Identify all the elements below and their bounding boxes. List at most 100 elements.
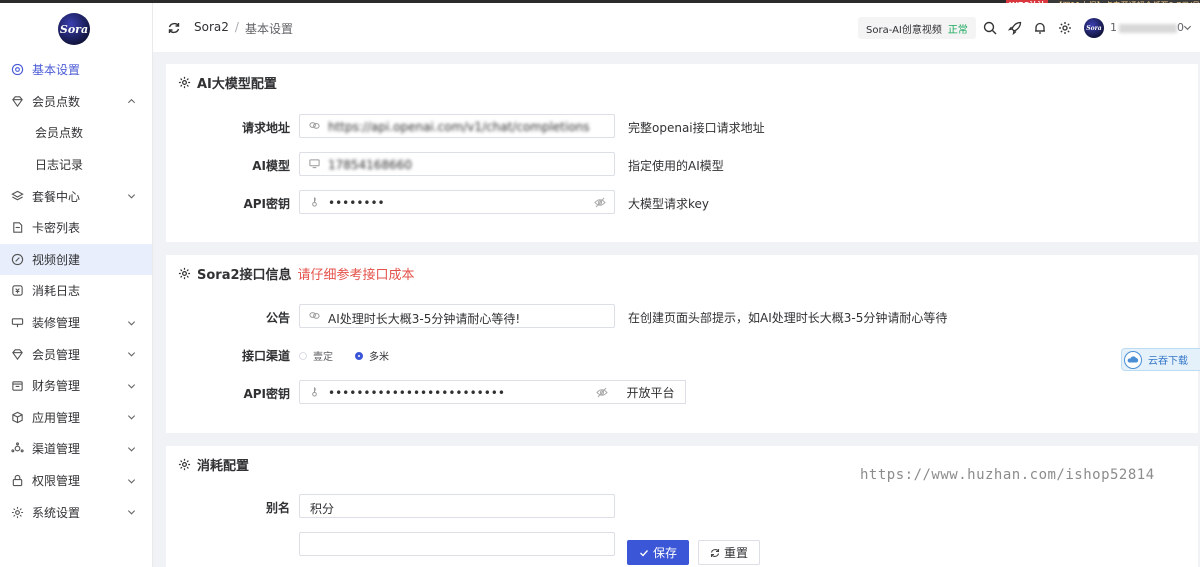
service-name: Sora-AI创意视频 <box>866 24 942 36</box>
open-platform-button[interactable]: 开放平台 <box>616 380 686 404</box>
chevron-down-icon <box>127 415 136 420</box>
field-label: 请求地址 <box>241 121 290 135</box>
sidebar-item-label: 系统设置 <box>32 505 81 520</box>
form-row-sora-api-key: API密钥 ••••••••••••••••••••••••• 开放平台 <box>166 380 1166 406</box>
request-url-input[interactable]: https://api.openai.com/v1/chat/completio… <box>299 114 615 138</box>
radio-dot <box>355 351 363 360</box>
service-status-badge[interactable]: Sora-AI创意视频 正常 <box>858 17 976 39</box>
reset-label: 重置 <box>723 546 748 560</box>
gear-icon[interactable] <box>1058 21 1072 35</box>
sidebar-item-basic-settings[interactable]: 基本设置 <box>0 54 152 86</box>
sidebar-item-card-list[interactable]: 卡密列表 <box>0 212 152 244</box>
edit-icon <box>10 252 24 266</box>
section-title-text: AI大模型配置 <box>197 77 277 92</box>
chevron-down-icon <box>127 194 136 199</box>
chevron-down-icon <box>127 447 136 452</box>
channel-radio-option-1[interactable]: 壹定 <box>299 348 333 363</box>
sidebar: Sora 基本设置 会员点数 会员点数 日志记录 套餐中心 卡密列表 视频创建 <box>0 3 153 567</box>
logo[interactable]: Sora <box>58 13 90 45</box>
eye-hide-icon[interactable] <box>596 387 608 398</box>
notice-input[interactable]: AI处理时长大概3-5分钟请耐心等待! <box>299 304 615 328</box>
channel-radio-option-2[interactable]: 多米 <box>355 348 389 363</box>
api-key-value: •••••••• <box>328 196 385 210</box>
field-hint: 在创建页面头部提示，如AI处理时长大概3-5分钟请耐心等待 <box>628 311 948 325</box>
link-icon <box>309 312 320 319</box>
sidebar-item-label: 套餐中心 <box>32 189 81 204</box>
bell-icon[interactable] <box>1033 21 1047 35</box>
gear-icon <box>178 458 191 471</box>
field-label: 接口渠道 <box>241 349 290 363</box>
alias-input[interactable]: 积分 <box>299 494 615 518</box>
field-hint: 大模型请求key <box>628 197 710 211</box>
section-title: Sora2接口信息 请仔细参考接口成本 <box>178 264 415 283</box>
diamond-icon <box>10 94 24 108</box>
sidebar-item-label: 会员点数 <box>35 126 84 141</box>
breadcrumb-item[interactable]: Sora2 <box>194 20 229 37</box>
chevron-down-icon <box>127 320 136 326</box>
gear-icon <box>10 505 24 519</box>
sidebar-item-finance[interactable]: 财务管理 <box>0 370 152 402</box>
key-icon <box>312 387 317 397</box>
username-redacted <box>1119 23 1177 33</box>
sidebar-item-video-create[interactable]: 视频创建 <box>0 243 152 276</box>
channel-radio-group: 壹定 多米 <box>299 348 389 363</box>
sidebar-item-member-manage[interactable]: 会员管理 <box>0 338 152 370</box>
chevron-down-icon <box>127 478 136 484</box>
avatar[interactable]: Sora <box>1084 18 1104 38</box>
form-row-channel: 接口渠道 壹定 多米 <box>166 342 1166 368</box>
ai-model-config-card: AI大模型配置 请求地址 https://api.openai.com/v1/c… <box>166 64 1198 242</box>
cloud-download-label: 云吞下载 <box>1148 356 1188 367</box>
reset-icon <box>710 548 720 557</box>
sidebar-item-label: 会员管理 <box>32 347 81 362</box>
search-icon[interactable] <box>983 21 997 35</box>
chevron-down-icon <box>127 352 136 357</box>
sora-api-key-input[interactable]: ••••••••••••••••••••••••• <box>299 380 617 404</box>
sidebar-item-channel-manage[interactable]: 渠道管理 <box>0 433 152 465</box>
sidebar-subitem-member-points[interactable]: 会员点数 <box>0 117 152 149</box>
form-row-ai-model: AI模型 17854168660 指定使用的AI模型 <box>166 152 1166 178</box>
sidebar-item-decoration[interactable]: 装修管理 <box>0 307 152 339</box>
username[interactable]: 10 <box>1110 21 1184 34</box>
notice-value: AI处理时长大概3-5分钟请耐心等待! <box>328 312 521 326</box>
brush-icon <box>10 316 24 330</box>
eye-hide-icon[interactable] <box>594 197 606 208</box>
sidebar-item-permission-manage[interactable]: 权限管理 <box>0 465 152 497</box>
field-label: API密钥 <box>243 387 290 401</box>
sidebar-item-package-center[interactable]: 套餐中心 <box>0 180 152 212</box>
username-prefix: 1 <box>1110 21 1117 34</box>
channel-icon <box>10 442 24 456</box>
next-field-input[interactable] <box>299 532 615 556</box>
sidebar-item-label: 消耗日志 <box>32 284 81 299</box>
ai-model-input[interactable]: 17854168660 <box>299 152 615 176</box>
card-icon <box>10 221 24 235</box>
rocket-icon[interactable] <box>1008 21 1022 35</box>
api-key-input[interactable]: •••••••• <box>299 190 615 214</box>
gear-icon <box>178 267 191 280</box>
sidebar-item-label: 装修管理 <box>32 316 81 331</box>
monitor-icon <box>309 159 320 169</box>
section-title-text: 消耗配置 <box>197 459 250 474</box>
form-row-api-key: API密钥 •••••••• 大模型请求key <box>166 190 1166 216</box>
chevron-down-icon <box>127 384 136 389</box>
refresh-icon[interactable] <box>167 21 181 35</box>
sidebar-item-app-manage[interactable]: 应用管理 <box>0 402 152 434</box>
save-button[interactable]: 保存 <box>627 540 689 565</box>
chevron-down-icon[interactable] <box>1183 23 1192 32</box>
watermark: https://www.huzhan.com/ishop52814 <box>860 467 1155 483</box>
section-title: 消耗配置 <box>178 455 249 474</box>
sidebar-item-member-points[interactable]: 会员点数 <box>0 86 152 118</box>
breadcrumb-separator: / <box>234 20 239 34</box>
sidebar-item-consume-log[interactable]: 消耗日志 <box>0 275 152 307</box>
chevron-down-icon <box>127 510 136 515</box>
sidebar-item-label: 渠道管理 <box>32 442 81 457</box>
sidebar-subitem-log-records[interactable]: 日志记录 <box>0 149 152 181</box>
reset-button[interactable]: 重置 <box>698 540 760 565</box>
chevron-up-icon <box>127 99 136 104</box>
section-note: 请仔细参考接口成本 <box>297 268 415 283</box>
sidebar-item-system-settings[interactable]: 系统设置 <box>0 496 152 528</box>
sidebar-item-label: 财务管理 <box>32 379 81 394</box>
alias-value: 积分 <box>310 502 335 516</box>
sidebar-item-label: 会员点数 <box>32 94 81 109</box>
cloud-download-widget[interactable]: 云吞下载 <box>1121 348 1200 371</box>
service-status: 正常 <box>947 24 968 36</box>
